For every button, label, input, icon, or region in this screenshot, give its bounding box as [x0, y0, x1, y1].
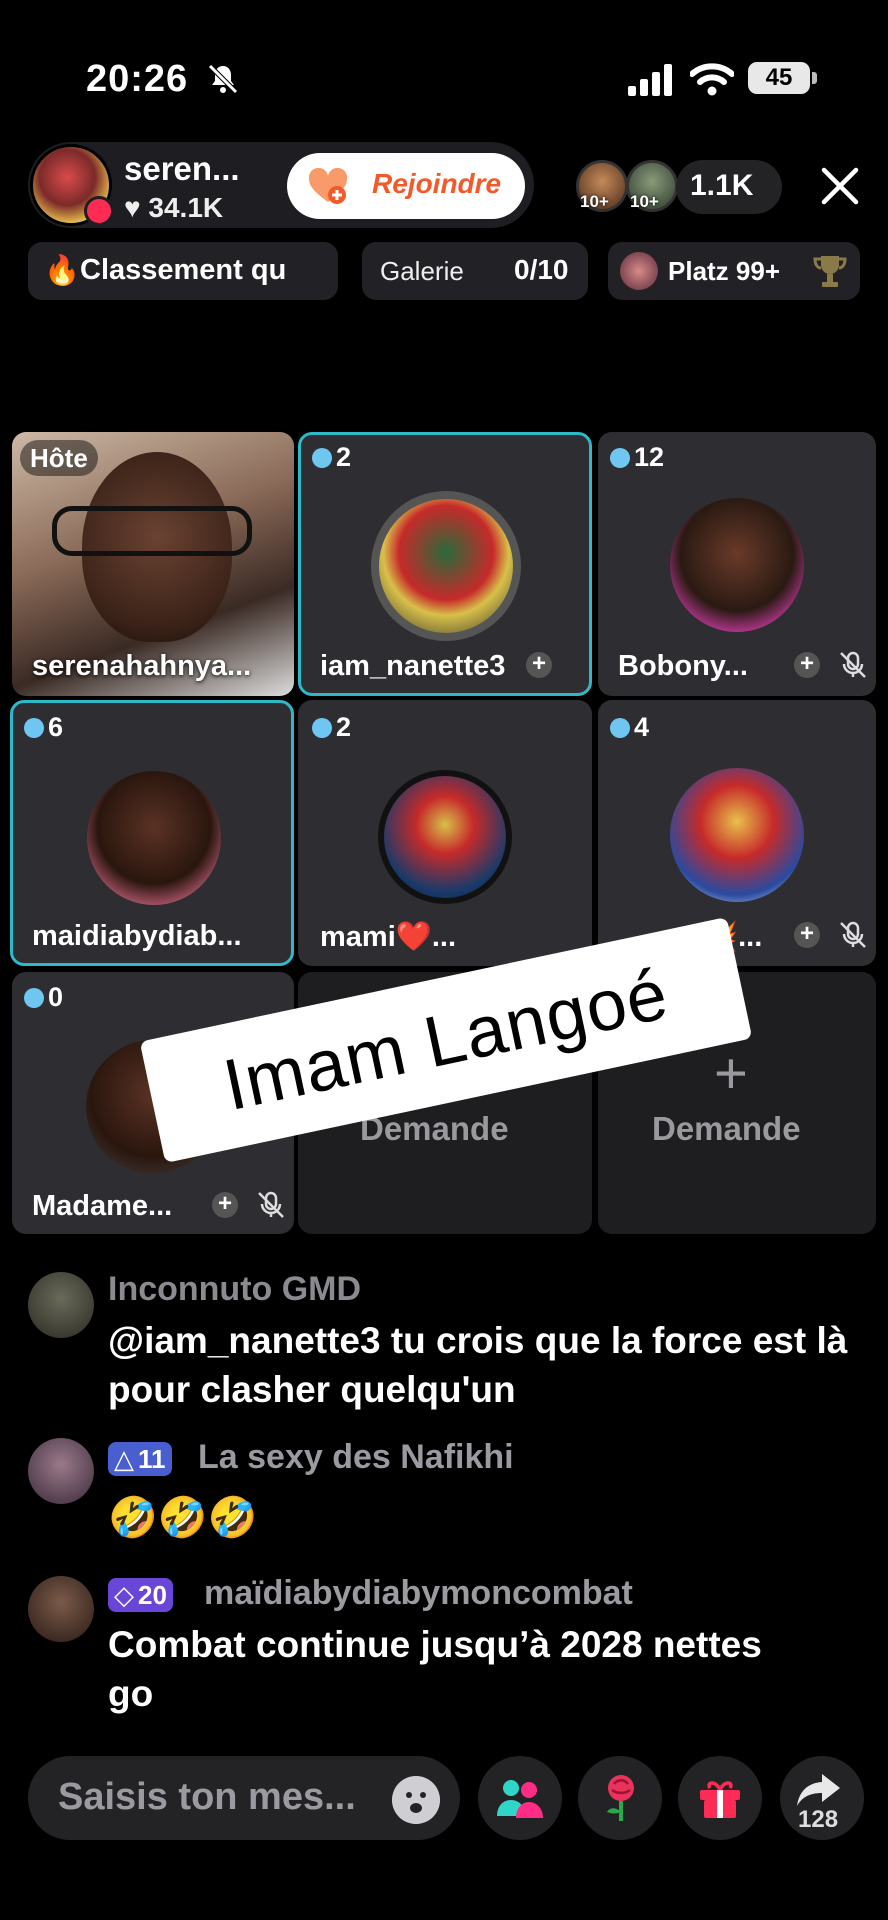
battery-indicator: 45 [748, 62, 810, 94]
guest-avatar [87, 771, 221, 905]
join-button-label: Rejoindre [372, 168, 502, 199]
guest-avatar [378, 770, 512, 904]
host-name[interactable]: seren... [124, 150, 240, 188]
level-icon: ◇ [114, 1579, 134, 1610]
viewer-rank-badge: 10+ [630, 192, 659, 211]
tile-name: mami❤️... [320, 921, 457, 953]
mic-muted-icon [258, 1191, 284, 1218]
level-icon: △ [114, 1443, 134, 1474]
gallery-count: 0/10 [514, 254, 569, 285]
fire-icon: 🔥 [44, 255, 81, 287]
message-placeholder: Saisis ton mes... [58, 1776, 356, 1818]
level-badge: ◇ 20 [108, 1578, 173, 1612]
comment-username[interactable]: La sexy des Nafikhi [198, 1438, 514, 1477]
gem-badge: 2 [312, 712, 351, 743]
guest-avatar [371, 491, 521, 641]
gallery-label: Galerie [380, 256, 464, 286]
viewer-rank-badge: 10+ [580, 192, 609, 211]
rose-icon [607, 1775, 634, 1821]
share-count: 128 [798, 1806, 839, 1833]
cellular-signal-icon [628, 64, 672, 96]
bell-muted-icon [208, 64, 238, 94]
guests-icon [497, 1780, 543, 1818]
gem-badge: 12 [610, 442, 664, 473]
gift-icon [700, 1781, 740, 1818]
gem-badge: 6 [24, 712, 63, 743]
gem-icon [610, 717, 630, 738]
status-time: 20:26 [86, 58, 189, 100]
platz-avatar [620, 252, 658, 290]
comment-avatar[interactable] [28, 1576, 94, 1642]
request-label: Demande [652, 1110, 801, 1147]
follow-plus-icon[interactable]: + [794, 922, 820, 948]
heart-icon: ♥ [124, 192, 141, 223]
follow-plus-icon[interactable]: + [794, 652, 820, 678]
comment-text: Combat continue jusqu’à 2028 nettes go [108, 1624, 762, 1714]
live-indicator-icon [84, 196, 114, 226]
ranking-label: Classement qu [80, 254, 287, 286]
host-likes: ♥ 34.1K [124, 192, 223, 224]
heart-plus-icon [308, 167, 348, 204]
gem-icon [312, 717, 332, 738]
host-badge: Hôte [20, 440, 98, 476]
viewer-count: 1.1K [690, 169, 754, 202]
guest-avatar [670, 498, 804, 632]
host-likes-count: 34.1K [148, 192, 224, 223]
gem-icon [312, 447, 332, 468]
share-arrow-icon [797, 1774, 840, 1806]
mic-muted-icon [840, 651, 866, 678]
comment-avatar[interactable] [28, 1272, 94, 1338]
battery-nub [812, 72, 817, 84]
mic-muted-icon [840, 921, 866, 948]
gem-badge: 0 [24, 982, 63, 1013]
platz-label: Platz 99+ [668, 256, 781, 286]
gem-icon [24, 987, 44, 1008]
follow-plus-icon[interactable]: + [212, 1192, 238, 1218]
comment-text: @iam_nanette3 tu crois que la force est … [108, 1320, 848, 1410]
comment-avatar[interactable] [28, 1438, 94, 1504]
tile-name: Bobony... [618, 650, 748, 682]
tile-name: maidiabydiab... [32, 920, 242, 952]
wifi-icon [690, 63, 734, 96]
guest-avatar [670, 768, 804, 902]
tile-name: Madame... [32, 1190, 173, 1222]
gem-badge: 4 [610, 712, 649, 743]
follow-plus-icon[interactable]: + [526, 652, 552, 678]
emoji-icon[interactable] [392, 1776, 440, 1824]
gem-icon [24, 717, 44, 738]
gem-icon [610, 447, 630, 468]
level-badge: △ 11 [108, 1442, 172, 1476]
add-plus-icon: + [714, 1041, 748, 1106]
comment-username[interactable]: maïdiabydiabymoncombat [204, 1574, 633, 1613]
glasses [52, 506, 252, 556]
comment-username[interactable]: Inconnuto GMD [108, 1270, 361, 1309]
tile-name: serenahahnya... [32, 650, 252, 682]
close-icon[interactable] [818, 164, 862, 208]
tile-name: iam_nanette3 [320, 650, 506, 682]
gem-badge: 2 [312, 442, 351, 473]
trophy-icon [813, 256, 847, 287]
comment-text: 🤣🤣🤣 [108, 1496, 258, 1540]
